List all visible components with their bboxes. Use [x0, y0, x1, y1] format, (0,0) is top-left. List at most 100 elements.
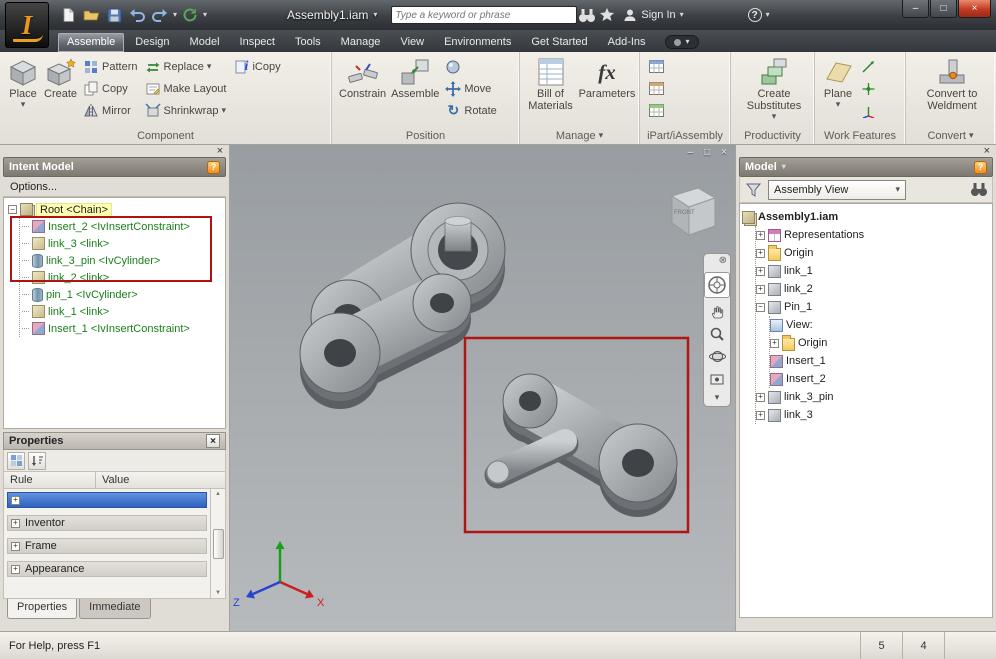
panel-label-component[interactable]: Component	[0, 127, 331, 144]
pattern-button[interactable]: Pattern	[81, 56, 139, 77]
look-at-icon[interactable]	[709, 371, 725, 387]
mirror-button[interactable]: Mirror	[81, 100, 139, 121]
scroll-down-icon[interactable]: ▼	[215, 590, 221, 596]
favorites-star-icon[interactable]	[597, 5, 617, 25]
search-binoculars-icon[interactable]	[577, 5, 597, 25]
expand-icon[interactable]: +	[756, 392, 765, 402]
tree-item-assembly-root[interactable]: Assembly1.iam	[742, 208, 990, 226]
redo-button[interactable]	[150, 5, 170, 25]
tree-item-pin-origin[interactable]: + Origin	[770, 334, 990, 352]
copy-button[interactable]: Copy	[81, 78, 139, 99]
properties-column-headers[interactable]: Rule Value	[3, 472, 226, 489]
chevron-down-icon[interactable]: ▾	[203, 11, 207, 19]
tab-properties[interactable]: Properties	[7, 599, 78, 619]
tree-item-root[interactable]: − Root <Chain>	[6, 201, 223, 218]
doc-minimize-button[interactable]: –	[688, 147, 694, 158]
expand-icon[interactable]: +	[756, 284, 765, 294]
create-button[interactable]: Create	[43, 55, 78, 127]
icopy-button[interactable]: i iCopy	[231, 56, 282, 77]
application-menu-button[interactable]: I	[5, 2, 49, 48]
panel-label-ipart[interactable]: iPart/iAssembly	[640, 127, 730, 144]
convert-to-weldment-button[interactable]: Convert to Weldment	[918, 55, 986, 127]
steering-wheel-icon[interactable]	[704, 272, 730, 298]
expand-icon[interactable]: +	[756, 248, 765, 258]
tab-assemble[interactable]: Assemble	[58, 33, 125, 52]
tree-item-link-3-pin[interactable]: link_3_pin <IvCylinder>	[20, 252, 223, 269]
tree-item-pin-1[interactable]: pin_1 <IvCylinder>	[20, 286, 223, 303]
collapse-icon[interactable]: −	[756, 302, 765, 312]
tree-item-link-3[interactable]: link_3 <link>	[20, 235, 223, 252]
tab-model[interactable]: Model	[181, 33, 229, 52]
place-button[interactable]: Place ▾	[6, 55, 40, 127]
tree-item-link-1[interactable]: + link_1	[756, 262, 990, 280]
replace-button[interactable]: Replace ▾	[143, 56, 229, 77]
model-browser-header[interactable]: Model ▾ ?	[739, 157, 993, 177]
bill-of-materials-button[interactable]: Bill of Materials	[526, 55, 575, 127]
browser-close-icon[interactable]: ×	[984, 146, 990, 157]
work-point-button[interactable]	[858, 78, 878, 99]
options-button[interactable]: Options...	[3, 177, 226, 197]
tab-get-started[interactable]: Get Started	[522, 33, 596, 52]
new-file-button[interactable]	[58, 5, 78, 25]
expand-icon[interactable]: +	[11, 564, 20, 574]
categorize-icon[interactable]	[7, 451, 25, 470]
property-row-selected[interactable]: +	[7, 492, 207, 508]
chevron-down-icon[interactable]: ▾	[173, 11, 177, 19]
tree-item-link-2[interactable]: link_2 <link>	[20, 269, 223, 286]
assemble-button[interactable]: Assemble	[390, 55, 440, 127]
work-ucs-button[interactable]	[858, 100, 878, 121]
property-row-appearance[interactable]: + Appearance	[7, 561, 207, 577]
rotate-button[interactable]: ↻ Rotate	[443, 100, 498, 121]
tree-item-insert-1[interactable]: Insert_1	[770, 352, 990, 370]
help-icon[interactable]: ?	[207, 160, 220, 174]
property-row-inventor[interactable]: + Inventor	[7, 515, 207, 531]
tab-tools[interactable]: Tools	[286, 33, 330, 52]
save-button[interactable]	[104, 5, 124, 25]
help-icon[interactable]: ?	[974, 160, 987, 174]
create-substitutes-button[interactable]: Create Substitutes ▾	[739, 55, 809, 127]
panel-label-convert[interactable]: Convert ▾	[906, 127, 995, 144]
tab-add-ins[interactable]: Add-Ins	[599, 33, 655, 52]
maximize-button[interactable]: □	[930, 0, 957, 18]
close-button[interactable]: ×	[958, 0, 991, 18]
viewcube[interactable]: FRONT	[655, 181, 725, 243]
tab-environments[interactable]: Environments	[435, 33, 520, 52]
tree-item-link-2[interactable]: + link_2	[756, 280, 990, 298]
plane-button[interactable]: Plane ▾	[821, 55, 855, 127]
update-button[interactable]	[180, 5, 200, 25]
expand-icon[interactable]: +	[756, 266, 765, 276]
expand-icon[interactable]: +	[11, 518, 20, 528]
find-binoculars-icon[interactable]	[969, 180, 989, 200]
tree-item-insert-2[interactable]: Insert_2 <IvInsertConstraint>	[20, 218, 223, 235]
make-layout-button[interactable]: Make Layout	[143, 78, 229, 99]
search-input[interactable]	[395, 9, 574, 21]
orbit-icon[interactable]	[708, 348, 726, 365]
create-ipart-button[interactable]	[646, 56, 666, 77]
expand-icon[interactable]: +	[11, 541, 20, 551]
properties-scrollbar[interactable]: ▲ ▼	[210, 489, 225, 598]
sort-icon[interactable]	[28, 451, 46, 470]
scroll-up-icon[interactable]: ▲	[215, 491, 221, 497]
move-button[interactable]: Move	[443, 78, 498, 99]
tree-item-origin[interactable]: + Origin	[756, 244, 990, 262]
scrollbar-thumb[interactable]	[212, 528, 224, 559]
properties-close-icon[interactable]: ×	[206, 434, 220, 448]
expand-icon[interactable]: +	[11, 495, 20, 505]
expand-icon[interactable]: +	[756, 230, 765, 240]
tree-item-pin-1[interactable]: − Pin_1	[756, 298, 990, 316]
doc-restore-button[interactable]: □	[704, 147, 710, 158]
view-mode-select[interactable]: Assembly View ▾	[768, 179, 906, 200]
work-axis-button[interactable]	[858, 56, 878, 77]
collapse-icon[interactable]: −	[8, 205, 17, 214]
pan-hand-icon[interactable]	[709, 304, 725, 320]
filter-icon[interactable]	[743, 180, 763, 200]
tab-design[interactable]: Design	[126, 33, 178, 52]
free-move-button[interactable]	[443, 56, 498, 77]
navbar-more-icon[interactable]: ▾	[715, 393, 720, 402]
tree-item-representations[interactable]: + Representations	[756, 226, 990, 244]
ribbon-display-options-button[interactable]: ▾	[664, 35, 699, 49]
intent-panel-close-icon[interactable]: ×	[217, 146, 223, 157]
panel-label-position[interactable]: Position	[332, 127, 519, 144]
panel-label-work-features[interactable]: Work Features	[815, 127, 905, 144]
tab-immediate[interactable]: Immediate	[79, 599, 151, 619]
